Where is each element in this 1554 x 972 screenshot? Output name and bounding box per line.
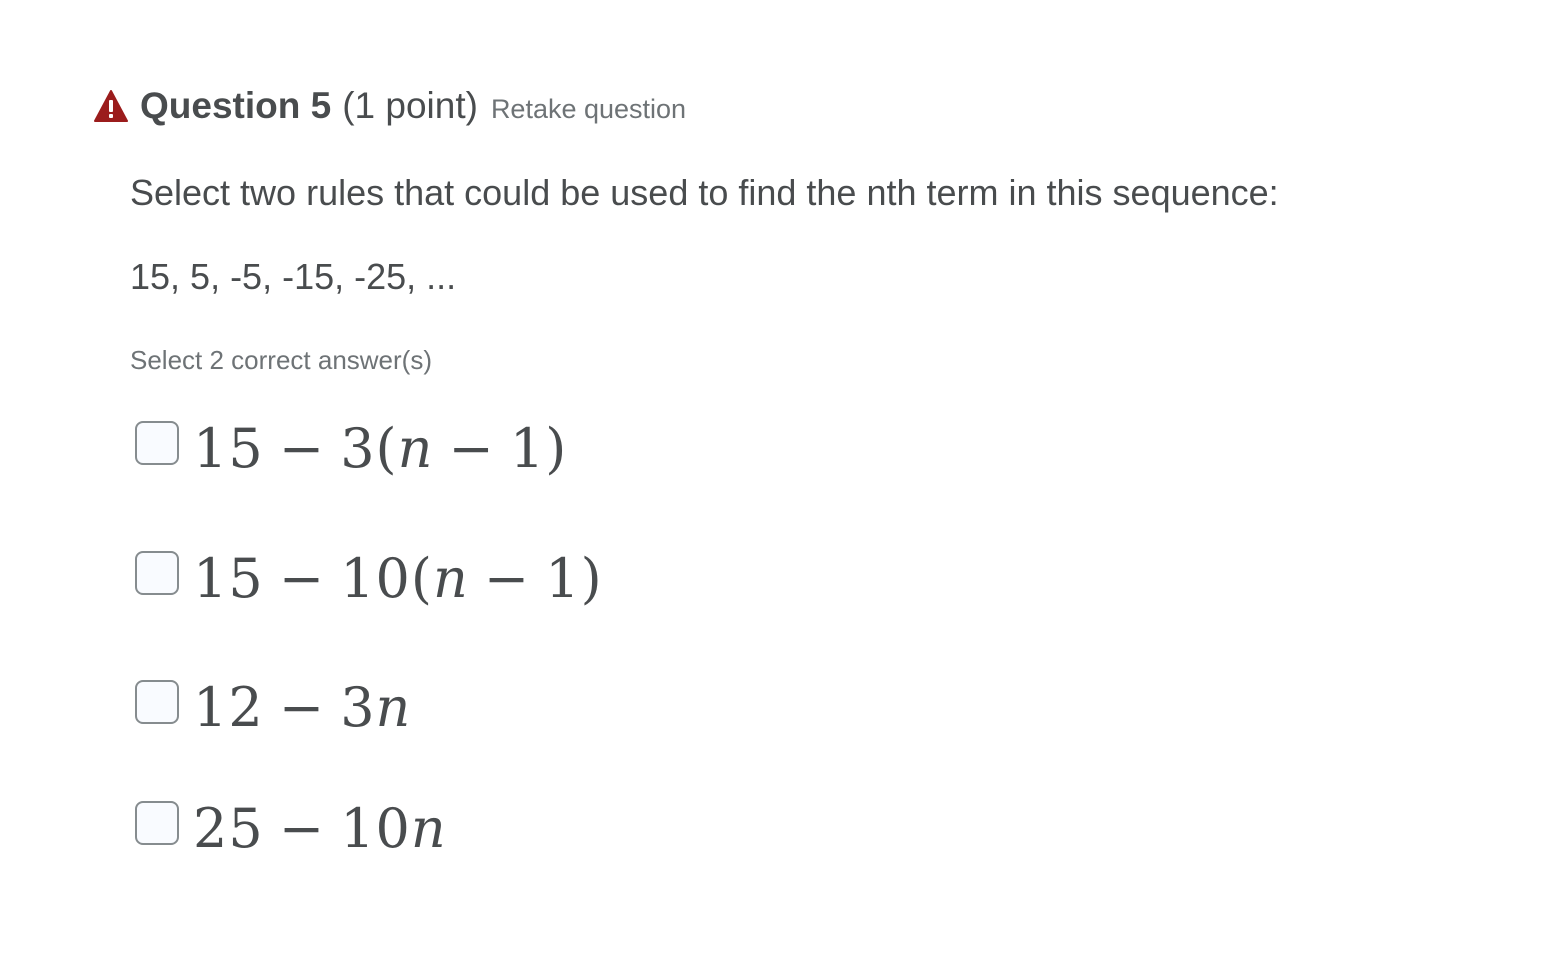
option-expression-3: 12−3n	[193, 675, 412, 739]
option-expression-2: 15−10(n −1)	[193, 546, 603, 610]
answer-option-2[interactable]: 15−10(n −1)	[135, 543, 603, 613]
option-checkbox-4[interactable]	[135, 801, 179, 845]
retake-question-link[interactable]: Retake question	[491, 94, 686, 125]
question-prompt: Select two rules that could be used to f…	[130, 172, 1279, 213]
option-expression-1: 15−3(n −1)	[193, 416, 568, 480]
option-checkbox-3[interactable]	[135, 680, 179, 724]
answer-option-1[interactable]: 15−3(n −1)	[135, 413, 567, 483]
question-card: Question 5 (1 point) Retake question Sel…	[0, 0, 1554, 972]
answer-option-4[interactable]: 25−10n	[135, 793, 447, 863]
option-checkbox-2[interactable]	[135, 551, 179, 595]
option-expression-4: 25−10n	[193, 796, 447, 860]
question-points: (1 point)	[342, 85, 478, 126]
warning-triangle-icon	[94, 89, 128, 123]
question-title: Question 5	[140, 85, 332, 126]
answer-option-3[interactable]: 12−3n	[135, 672, 411, 742]
question-header: Question 5 (1 point) Retake question	[94, 84, 686, 128]
question-sequence: 15, 5, -5, -15, -25, ...	[130, 256, 457, 297]
option-checkbox-1[interactable]	[135, 421, 179, 465]
answer-instruction: Select 2 correct answer(s)	[130, 345, 432, 375]
